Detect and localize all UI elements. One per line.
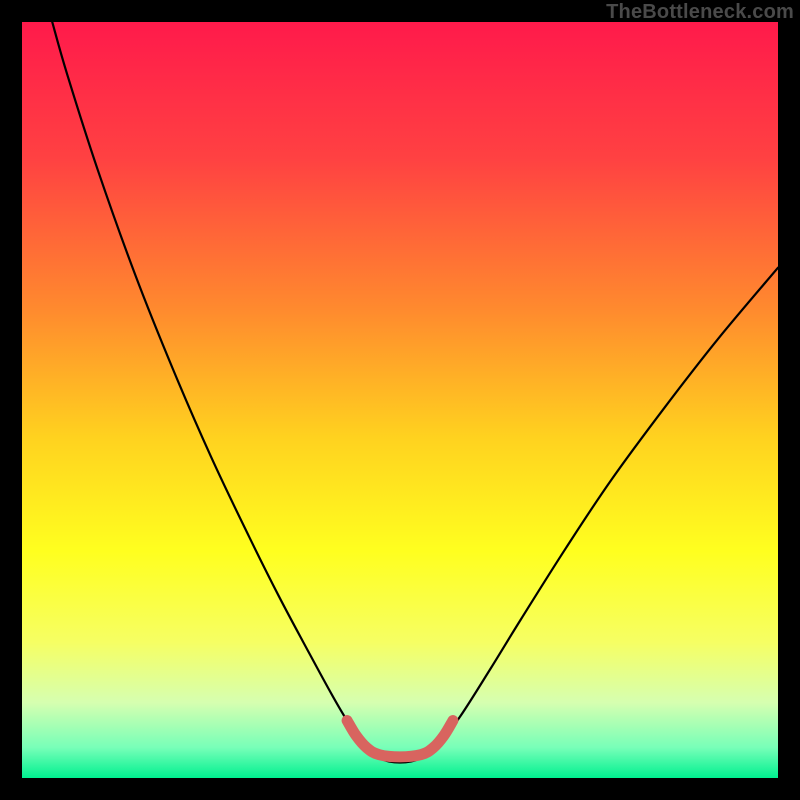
chart-frame: TheBottleneck.com [0,0,800,800]
gradient-background [22,22,778,778]
plot-area [22,22,778,778]
bottleneck-chart [22,22,778,778]
watermark-text: TheBottleneck.com [606,1,794,24]
